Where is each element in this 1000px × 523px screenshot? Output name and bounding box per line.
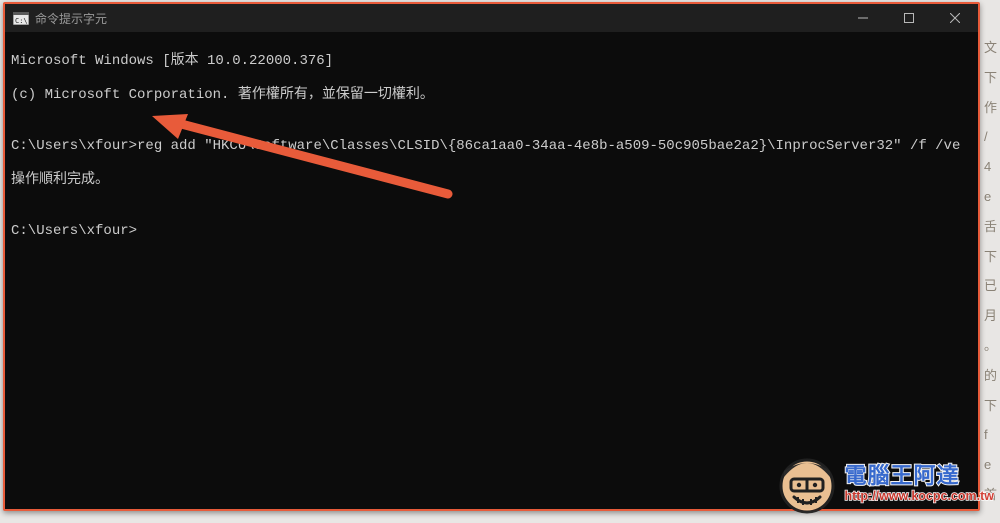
cmd-icon: C:\ [13, 11, 29, 25]
command-prompt-window: C:\ 命令提示字元 Microsoft Windows [版本 10.0.22… [3, 2, 980, 511]
terminal-line: C:\Users\xfour>reg add "HKCU\Software\Cl… [11, 138, 972, 155]
terminal-line: 操作順利完成。 [11, 172, 972, 189]
window-title: 命令提示字元 [35, 10, 107, 27]
close-button[interactable] [932, 4, 978, 32]
terminal-line: Microsoft Windows [版本 10.0.22000.376] [11, 53, 972, 70]
terminal-line: (c) Microsoft Corporation. 著作權所有，並保留一切權利… [11, 87, 972, 104]
titlebar[interactable]: C:\ 命令提示字元 [5, 4, 978, 32]
terminal-prompt: C:\Users\xfour> [11, 223, 972, 240]
terminal-content[interactable]: Microsoft Windows [版本 10.0.22000.376] (c… [5, 32, 978, 509]
background-page-fragment: 文下作/4e舌下已月。的下fe首 [984, 34, 1000, 509]
minimize-button[interactable] [840, 4, 886, 32]
svg-text:C:\: C:\ [15, 17, 28, 25]
maximize-button[interactable] [886, 4, 932, 32]
